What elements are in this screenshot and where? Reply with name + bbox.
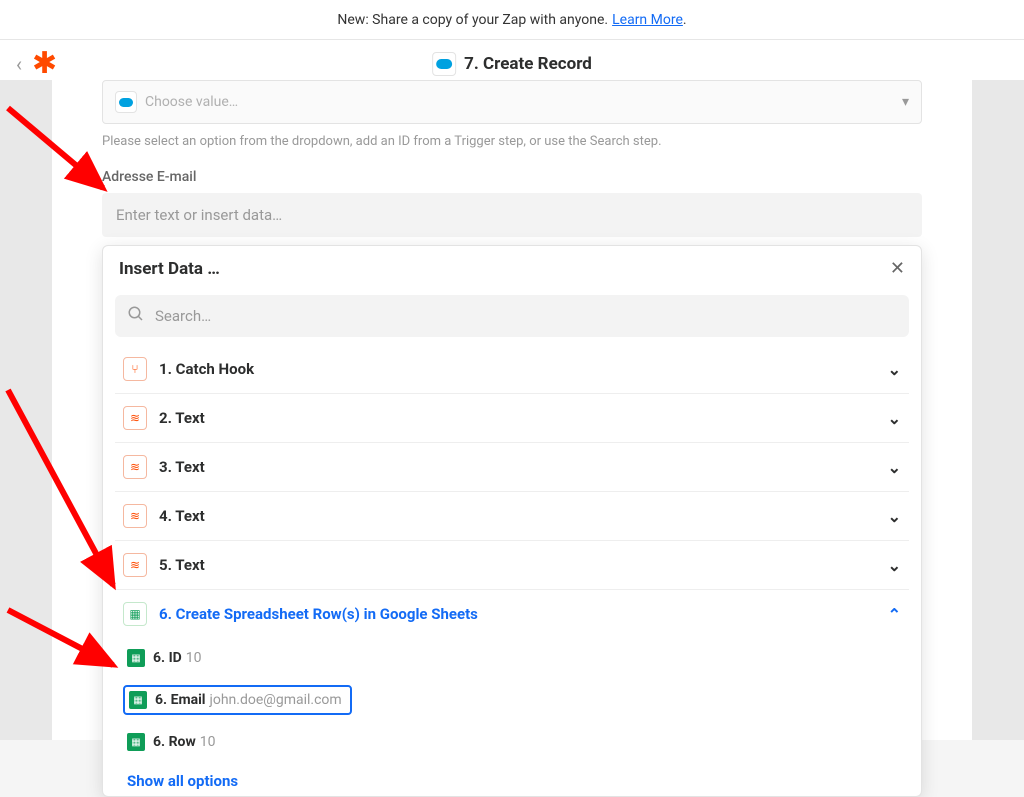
email-input-placeholder: Enter text or insert data… bbox=[116, 206, 282, 224]
step-label: 6. Create Spreadsheet Row(s) in Google S… bbox=[159, 605, 478, 623]
chevron-down-icon: ⌄ bbox=[888, 556, 901, 575]
zapier-step-icon: ≋ bbox=[123, 553, 147, 577]
chevron-down-icon: ⌄ bbox=[888, 507, 901, 526]
chevron-down-icon: ⌄ bbox=[888, 458, 901, 477]
zapier-step-icon: ≋ bbox=[123, 504, 147, 528]
announcement-bar: New: Share a copy of your Zap with anyon… bbox=[0, 0, 1024, 40]
zapier-step-icon: ⑂ bbox=[123, 357, 147, 381]
email-input[interactable]: Enter text or insert data… bbox=[102, 193, 922, 237]
step-row-3[interactable]: ≋ 3. Text ⌄ bbox=[115, 443, 909, 492]
search-icon bbox=[127, 305, 145, 327]
object-dropdown[interactable]: Choose value… ▾ bbox=[102, 80, 922, 124]
chevron-down-icon: ⌄ bbox=[888, 409, 901, 428]
insert-data-popup: Insert Data … ✕ ⑂ 1. Catch Hook ⌄ ≋ 2. Text ⌄… bbox=[102, 245, 922, 797]
step-label: 3. Text bbox=[159, 458, 205, 476]
chevron-up-icon: ⌃ bbox=[888, 605, 901, 624]
announcement-text: New: Share a copy of your Zap with anyon… bbox=[337, 12, 608, 28]
sheets-icon: ▦ bbox=[127, 733, 145, 751]
data-field-key: 6. Email bbox=[155, 692, 205, 708]
data-field-option[interactable]: ▦6. Row 10 bbox=[115, 722, 909, 762]
chevron-down-icon: ⌄ bbox=[888, 360, 901, 379]
step-label: 2. Text bbox=[159, 409, 205, 427]
sheets-icon: ▦ bbox=[123, 602, 147, 626]
salesforce-icon bbox=[115, 91, 137, 113]
popup-search-input[interactable] bbox=[155, 307, 897, 325]
zapier-logo-icon bbox=[32, 51, 58, 77]
announcement-link[interactable]: Learn More bbox=[612, 12, 683, 28]
data-field-value: 10 bbox=[186, 650, 202, 666]
show-all-options-link[interactable]: Show all options bbox=[103, 762, 921, 790]
step-row-1[interactable]: ⑂ 1. Catch Hook ⌄ bbox=[115, 345, 909, 394]
data-field-option[interactable]: ▦ 6. ID 10 bbox=[115, 638, 909, 678]
help-text: Please select an option from the dropdow… bbox=[102, 134, 922, 149]
header-title-wrap: 7. Create Record bbox=[432, 52, 592, 76]
data-field-value: john.doe@gmail.com bbox=[209, 692, 341, 708]
announcement-period: . bbox=[683, 12, 687, 28]
sheets-icon: ▦ bbox=[127, 649, 145, 667]
step-row-6[interactable]: ▦ 6. Create Spreadsheet Row(s) in Google … bbox=[115, 590, 909, 638]
step-row-2[interactable]: ≋ 2. Text ⌄ bbox=[115, 394, 909, 443]
data-field-key: 6. ID bbox=[153, 650, 182, 666]
step-label: 5. Text bbox=[159, 556, 205, 574]
header-title: 7. Create Record bbox=[464, 54, 592, 74]
back-button[interactable]: ‹ bbox=[16, 52, 22, 76]
data-field-option[interactable]: ▦ 6. Email john.doe@gmail.com bbox=[115, 678, 909, 722]
sheets-icon: ▦ bbox=[129, 691, 147, 709]
zapier-step-icon: ≋ bbox=[123, 455, 147, 479]
salesforce-icon bbox=[432, 52, 456, 76]
zapier-step-icon: ≋ bbox=[123, 406, 147, 430]
step-label: 1. Catch Hook bbox=[159, 360, 254, 378]
popup-title: Insert Data … bbox=[119, 259, 220, 279]
step-row-4[interactable]: ≋ 4. Text ⌄ bbox=[115, 492, 909, 541]
step-label: 4. Text bbox=[159, 507, 205, 525]
step-row-5[interactable]: ≋ 5. Text ⌄ bbox=[115, 541, 909, 590]
chevron-down-icon: ▾ bbox=[902, 94, 909, 110]
field-label-email: Adresse E-mail bbox=[102, 169, 922, 185]
dropdown-placeholder: Choose value… bbox=[145, 94, 238, 110]
close-icon[interactable]: ✕ bbox=[890, 258, 905, 279]
popup-search[interactable] bbox=[115, 295, 909, 337]
